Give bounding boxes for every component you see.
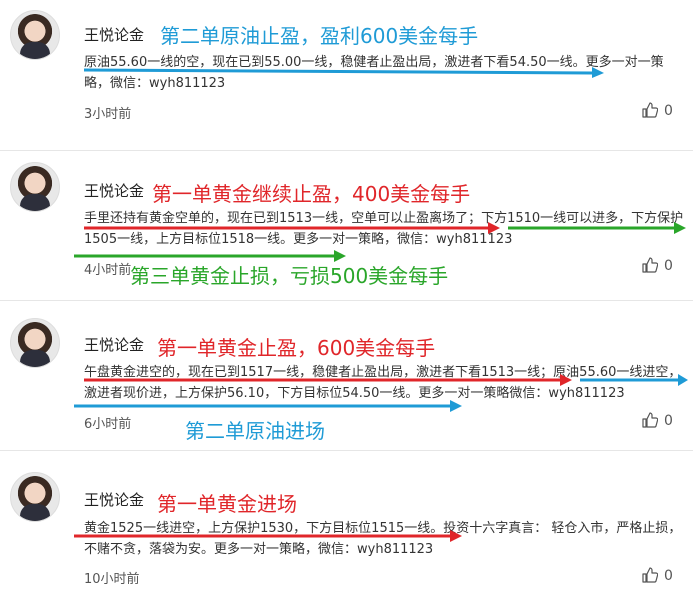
- annotation-headline: 第一单黄金止盈，600美金每手: [157, 336, 436, 360]
- avatar[interactable]: [10, 318, 60, 368]
- author-name[interactable]: 王悦论金: [84, 24, 144, 45]
- author-name[interactable]: 王悦论金: [84, 180, 144, 201]
- like-count: 0: [664, 103, 673, 119]
- annotation-headline: 第二单原油止盈，盈利600美金每手: [160, 24, 479, 48]
- feed-post: 王悦论金 第一单黄金进场 黄金1525一线进空，上方保护1530，下方目标位15…: [0, 450, 693, 600]
- avatar[interactable]: [10, 162, 60, 212]
- blue-arrow-annotation: [82, 66, 606, 78]
- like-count: 0: [664, 258, 673, 274]
- red-arrow-annotation: [82, 374, 574, 386]
- author-name[interactable]: 王悦论金: [84, 334, 144, 355]
- annotation-note: 第三单黄金止损，亏损500美金每手: [130, 264, 449, 288]
- annotation-headline: 第一单黄金进场: [157, 492, 297, 516]
- thumbs-up-icon: [642, 412, 659, 428]
- thumbs-up-icon: [642, 567, 659, 583]
- author-name[interactable]: 王悦论金: [84, 489, 144, 510]
- feed-post: 王悦论金 第一单黄金止盈，600美金每手 午盘黄金进空的，现在已到1517一线，…: [0, 300, 693, 451]
- post-timestamp: 10小时前: [84, 572, 140, 587]
- red-arrow-annotation: [82, 222, 502, 234]
- post-timestamp: 4小时前: [84, 263, 132, 278]
- blue-arrow-annotation: [578, 374, 690, 386]
- like-button[interactable]: 0: [642, 567, 673, 584]
- avatar[interactable]: [10, 472, 60, 522]
- annotation-headline: 第一单黄金继续止盈，400美金每手: [152, 182, 471, 206]
- blue-arrow-annotation: [72, 400, 464, 412]
- feed-post: 王悦论金 第一单黄金继续止盈，400美金每手 手里还持有黄金空单的，现在已到15…: [0, 150, 693, 301]
- post-timestamp: 3小时前: [84, 107, 132, 122]
- like-button[interactable]: 0: [642, 412, 673, 429]
- post-timestamp: 6小时前: [84, 417, 132, 432]
- like-button[interactable]: 0: [642, 257, 673, 274]
- thumbs-up-icon: [642, 102, 659, 118]
- like-button[interactable]: 0: [642, 102, 673, 119]
- like-count: 0: [664, 568, 673, 584]
- like-count: 0: [664, 413, 673, 429]
- avatar[interactable]: [10, 10, 60, 60]
- feed-post: 王悦论金 第二单原油止盈，盈利600美金每手 原油55.60一线的空，现在已到5…: [0, 0, 693, 151]
- annotation-note: 第二单原油进场: [185, 419, 325, 443]
- red-arrow-annotation: [72, 530, 464, 542]
- green-arrow-annotation: [506, 222, 688, 234]
- thumbs-up-icon: [642, 257, 659, 273]
